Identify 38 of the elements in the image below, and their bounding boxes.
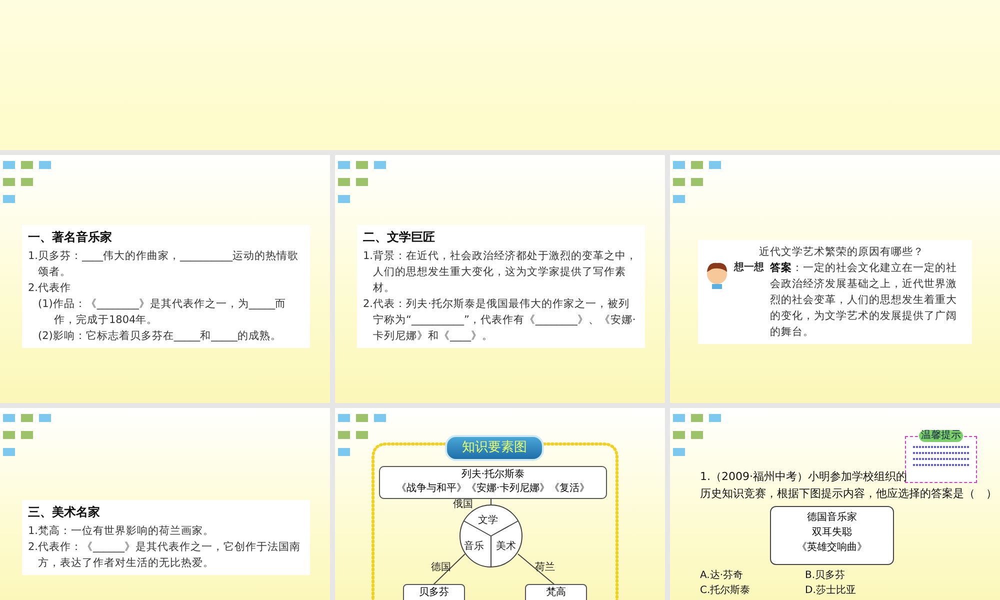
question-text: 1.（2009·福州中考）小明参加学校组织的	[700, 469, 908, 485]
diagram-node: 梵高	[525, 584, 587, 600]
slide[interactable]: 知识要素图 列夫·托尔斯泰 《战争与和平》《安娜·卡列尼娜》《复活》 俄国 文学 音乐 美术 德国 荷兰 贝多芬 梵高	[335, 408, 665, 600]
sector-label: 美术	[496, 540, 516, 553]
paragraph: 1.贝多芬：____伟大的作曲家，__________运动的热情歌颂者。	[28, 249, 300, 280]
answer-option: D.莎士比亚	[805, 583, 905, 598]
question-text: 历史知识竞赛，根据下图提示内容，他应选择的答案是（ ）	[700, 486, 997, 502]
answer-option: B.贝多芬	[805, 568, 905, 583]
title-banner: 知识要素图	[445, 435, 544, 461]
sector-label: 文学	[478, 514, 498, 527]
edge-label: 荷兰	[535, 560, 555, 574]
paragraph: (1)作品：《________》是其代表作之一，为_____而作，完成于1804年。	[37, 297, 288, 328]
paragraph: 2.代表作	[28, 281, 72, 296]
scroll-card: 德国音乐家 双耳失聪 《英雄交响曲》	[770, 506, 894, 565]
edge-label: 俄国	[453, 498, 473, 511]
answer-option: C.托尔斯泰	[700, 583, 805, 598]
answer-text: 答案：一定的社会文化建立在一定的社会政治经济发展基础之上，近代世界激烈的社会变革，人们的思想发生着重大的变化，为文学艺术的发展提供了广阔的舞台。	[770, 260, 958, 340]
hint-title: 温馨提示	[919, 430, 963, 442]
think-label: 想一想	[734, 260, 764, 275]
paragraph: 2.代表：列夫·托尔斯泰是俄国最伟大的作家之一，被列宁称为“__________”，代表作有《________》、《安娜·卡列尼娜》和《____》。	[363, 297, 637, 344]
diagram-node: 列夫·托尔斯泰 《战争与和平》《安娜·卡列尼娜》《复活》	[379, 466, 607, 499]
answer-option: A.达·芬奇	[700, 568, 805, 583]
slide[interactable]: 温馨提示 1.（2009·福州中考）小明参加学校组织的 历史知识竞赛，根据下图提示内容，他应选择的答案是（ ） 德国音乐家 双耳失聪 《英雄交响曲》 A.达·芬奇 B.贝多芬 C.托尔斯泰 D.莎士比亚	[670, 408, 1000, 600]
slide[interactable]: 二、文学巨匠 1.背景：在近代，社会政治经济都处于激烈的变革之中，人们的思想发生重大变化，这为文学家提供了写作素材。 2.代表：列夫·托尔斯泰是俄国最伟大的作家之一，被列宁称为“__________”，代表作有《________》、《安娜·卡列尼娜》和《____》。	[335, 155, 665, 403]
slide[interactable]: 一、著名音乐家 1.贝多芬：____伟大的作曲家，__________运动的热情歌颂者。 2.代表作 (1)作品：《________》是其代表作之一，为_____而作，完成于1804年。 (2)影响：它标志着贝多芬在_____和_____的成熟。	[0, 155, 330, 403]
section-heading: 三、美术名家	[28, 504, 101, 521]
slide[interactable]: 近代文学艺术繁荣的原因有哪些？ 想一想 答案：一定的社会文化建立在一定的社会政治经济发展基础之上，近代世界激烈的社会变革，人们的思想发生着重大的变化，为文学艺术的发展提供了广阔的舞台。	[670, 155, 1000, 403]
paragraph: 1.梵高：一位有世界影响的荷兰画家。	[28, 524, 216, 539]
diagram-node: 贝多芬	[403, 584, 465, 600]
paragraph: 1.背景：在近代，社会政治经济都处于激烈的变革之中，人们的思想发生重大变化，这为文学家提供了写作素材。	[363, 249, 638, 296]
paragraph: (2)影响：它标志着贝多芬在_____和_____的成熟。	[37, 329, 282, 344]
section-heading: 二、文学巨匠	[363, 229, 436, 246]
edge-label: 德国	[431, 561, 451, 574]
section-heading: 一、著名音乐家	[28, 229, 113, 246]
slide[interactable]: 三、美术名家 1.梵高：一位有世界影响的荷兰画家。 2.代表作：《______》是其代表作之一，它创作于法国南方，表达了作者对生活的无比热爱。	[0, 408, 330, 600]
sector-label: 音乐	[464, 540, 484, 553]
question-text: 近代文学艺术繁荣的原因有哪些？	[758, 245, 925, 260]
paragraph: 2.代表作：《______》是其代表作之一，它创作于法国南方，表达了作者对生活的无比热爱。	[28, 540, 302, 571]
